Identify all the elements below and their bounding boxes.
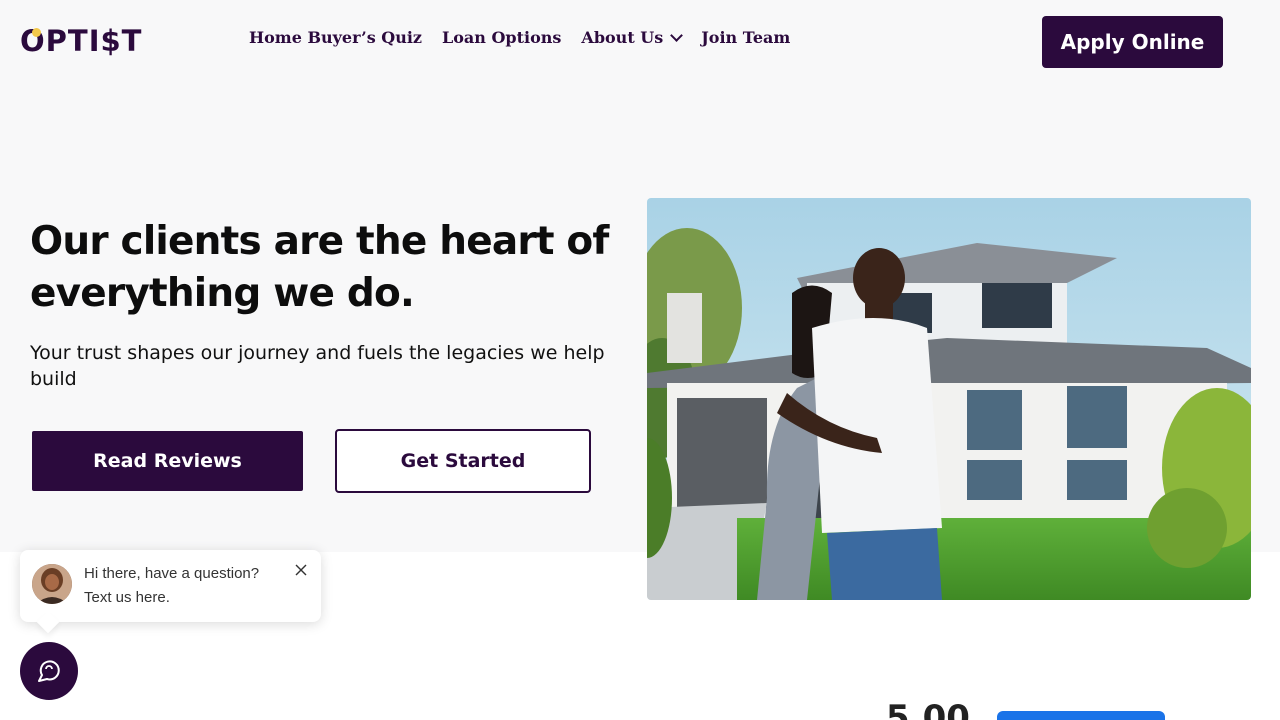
hero-photo <box>647 198 1251 600</box>
close-icon[interactable] <box>294 562 308 576</box>
chat-message: Hi there, have a question? Text us here. <box>84 565 260 606</box>
close-icon-glyph <box>295 564 307 576</box>
nav-item-about-us[interactable]: About Us <box>581 28 684 47</box>
hero-subhead: Your trust shapes our journey and fuels … <box>30 342 605 390</box>
chat-prompt-bubble[interactable]: Hi there, have a question? Text us here. <box>20 550 321 622</box>
chat-launcher-button[interactable] <box>20 642 78 700</box>
nav-item-home-buyers-quiz[interactable]: Home Buyer’s Quiz <box>249 28 422 47</box>
get-started-button[interactable]: Get Started <box>335 429 591 493</box>
brand-logo[interactable]: OPTI$T <box>20 24 142 58</box>
house-couple-illustration <box>647 198 1251 600</box>
site-header: OPTI$T Home Buyer’s Quiz Loan Options Ab… <box>0 0 1280 84</box>
agent-avatar-image <box>32 564 72 604</box>
logo-coin-icon <box>32 28 41 37</box>
review-platform-badge[interactable] <box>997 711 1165 720</box>
hero-headline: Our clients are the heart of everything … <box>30 219 609 316</box>
nav-item-join-team[interactable]: Join Team <box>701 28 790 47</box>
chat-icon <box>38 660 60 682</box>
apply-online-button[interactable]: Apply Online <box>1042 16 1223 68</box>
read-reviews-button[interactable]: Read Reviews <box>32 431 303 491</box>
rating-value: 5.00 <box>886 698 970 720</box>
agent-avatar <box>32 564 72 604</box>
nav-item-loan-options[interactable]: Loan Options <box>442 28 561 47</box>
nav-item-about-us-label: About Us <box>581 28 664 47</box>
main-nav: Home Buyer’s Quiz Loan Options About Us … <box>249 28 810 47</box>
chevron-down-icon <box>670 28 684 42</box>
